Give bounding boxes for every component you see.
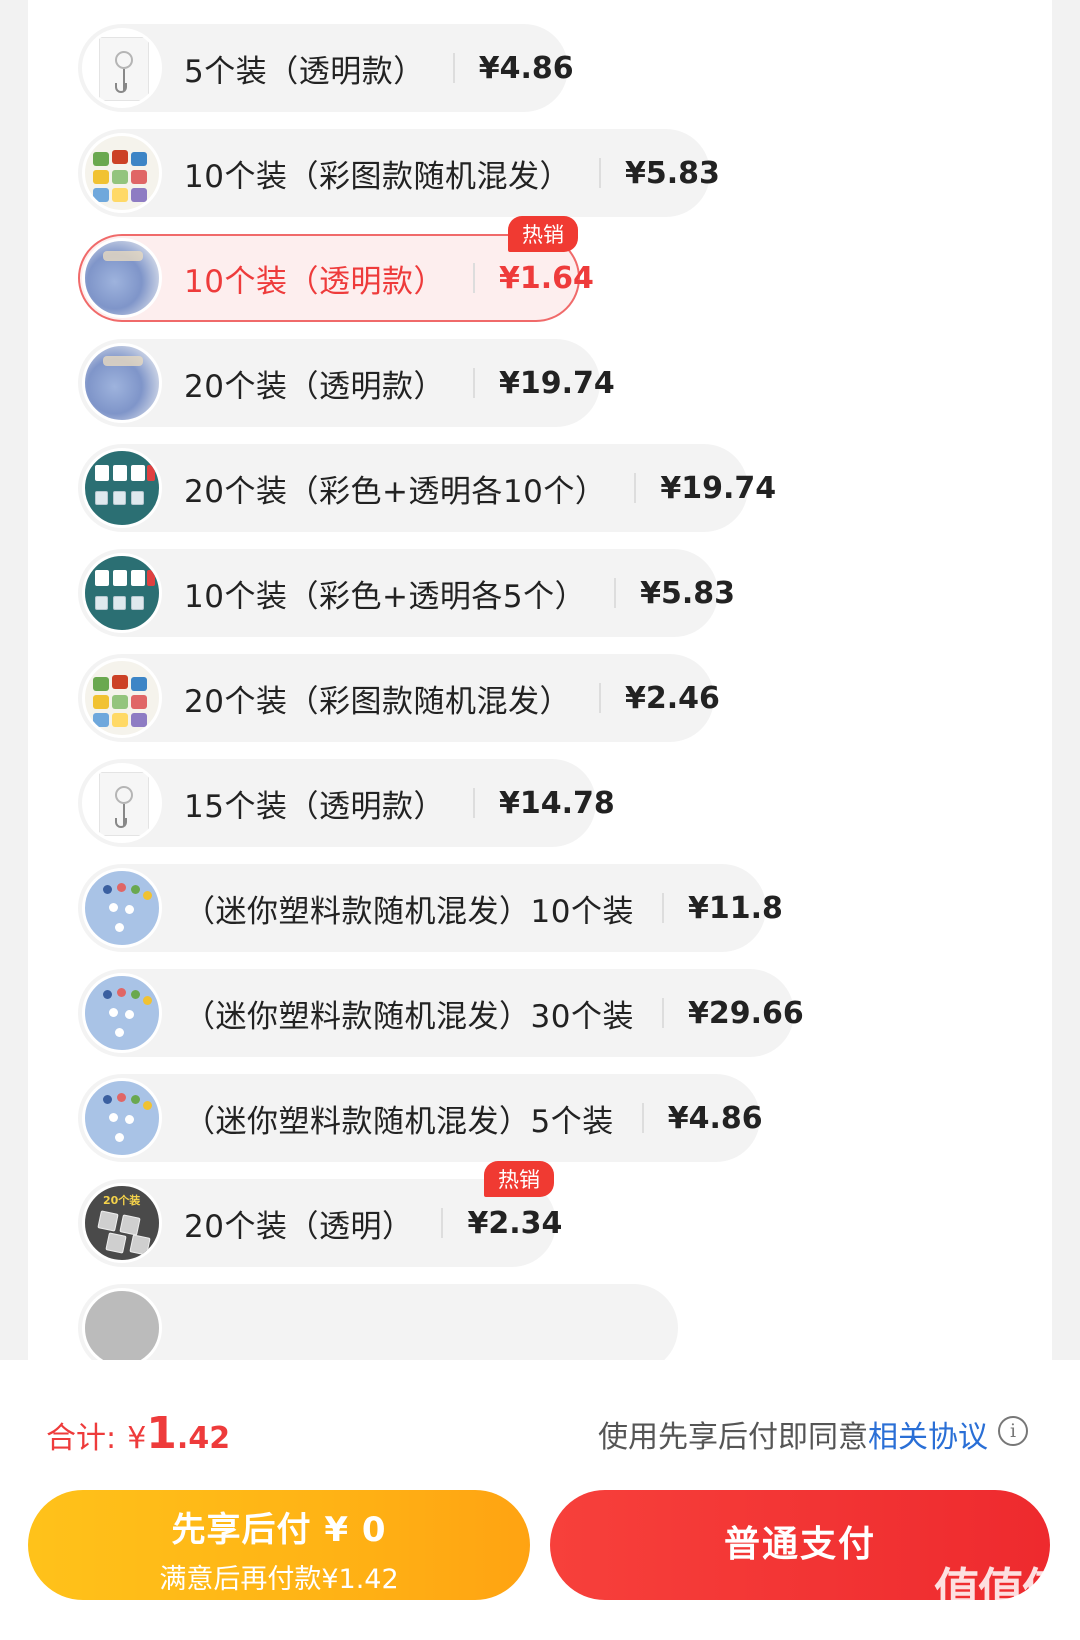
sku-option[interactable]: 20个装（透明款） ¥19.74 — [78, 339, 615, 427]
option-price: ¥2.34 — [467, 1205, 563, 1241]
option-price: ¥19.74 — [498, 365, 615, 401]
product-thumbnail — [82, 553, 162, 633]
product-thumbnail — [82, 658, 162, 738]
sku-option[interactable]: 5个装（透明款） ¥4.86 — [78, 24, 574, 112]
agreement-link[interactable]: 相关协议 — [868, 1420, 988, 1455]
sku-option[interactable]: 15个装（透明款） ¥14.78 — [78, 759, 615, 847]
sku-option[interactable]: 10个装（彩色+透明各5个） ¥5.83 — [78, 549, 735, 637]
option-name: （迷你塑料款随机混发）30个装 — [184, 998, 634, 1035]
pay-later-button[interactable]: 先享后付 ¥ 0 满意后再付款¥1.42 — [28, 1490, 530, 1600]
option-price: ¥1.64 — [498, 260, 594, 296]
option-name: 20个装（透明款） — [184, 368, 445, 405]
total-decimal: .42 — [176, 1421, 231, 1456]
option-name: （迷你塑料款随机混发）10个装 — [184, 893, 634, 930]
option-price: ¥5.83 — [640, 575, 736, 611]
total-price: 合计: ¥1.42 — [46, 1408, 230, 1459]
option-price: ¥11.8 — [687, 890, 783, 926]
option-price: ¥14.78 — [498, 785, 615, 821]
option-price: ¥19.74 — [660, 470, 777, 506]
option-price: ¥4.86 — [478, 50, 574, 86]
sku-option[interactable]: 20个装（彩色+透明各10个） ¥19.74 — [78, 444, 776, 532]
checkout-footer: 合计: ¥1.42 使用先享后付即同意相关协议 i 先享后付 ¥ 0 满意后再付… — [0, 1360, 1080, 1640]
product-thumbnail — [82, 1288, 162, 1360]
sku-option-partial[interactable] — [78, 1284, 678, 1360]
info-icon[interactable]: i — [998, 1416, 1028, 1446]
option-name: 10个装（彩图款随机混发） — [184, 158, 571, 195]
watermark-url: zhizhizhi.com — [955, 1612, 1064, 1631]
sku-option-selected[interactable]: 10个装（透明款） ¥1.64 热销 — [78, 216, 594, 322]
option-name: 10个装（彩色+透明各5个） — [184, 578, 587, 615]
pay-later-subtitle: 满意后再付款¥1.42 — [159, 1564, 399, 1595]
pay-later-title: 先享后付 ¥ 0 — [171, 1510, 387, 1550]
sku-option[interactable]: 20个装 20个装（透明） ¥2.34 热销 — [78, 1161, 562, 1267]
option-price: ¥2.46 — [624, 680, 720, 716]
product-thumbnail — [82, 1078, 162, 1158]
sku-option[interactable]: （迷你塑料款随机混发）30个装 ¥29.66 — [78, 969, 804, 1057]
sku-option[interactable]: 10个装（彩图款随机混发） ¥5.83 — [78, 129, 720, 217]
product-thumbnail — [82, 28, 162, 108]
option-name: （迷你塑料款随机混发）5个装 — [184, 1103, 614, 1140]
product-thumbnail — [82, 973, 162, 1053]
sku-option[interactable]: 20个装（彩图款随机混发） ¥2.46 — [78, 654, 720, 742]
agreement-text: 使用先享后付即同意相关协议 — [598, 1420, 988, 1455]
option-name: 20个装（彩图款随机混发） — [184, 683, 571, 720]
option-price: ¥4.86 — [667, 1100, 763, 1136]
thumbnail-label: 20个装 — [103, 1194, 141, 1207]
product-thumbnail — [82, 238, 162, 318]
sku-option-list[interactable]: 5个装（透明款） ¥4.86 10个装（彩图款随机混发） ¥5.83 10个装（… — [0, 0, 1080, 1360]
option-name: 10个装（透明款） — [184, 263, 445, 300]
option-name: 20个装（彩色+透明各10个） — [184, 473, 607, 510]
product-thumbnail — [82, 763, 162, 843]
option-price: ¥29.66 — [687, 995, 804, 1031]
option-price: ¥5.83 — [624, 155, 720, 191]
sku-option[interactable]: （迷你塑料款随机混发）5个装 ¥4.86 — [78, 1074, 763, 1162]
product-thumbnail — [82, 448, 162, 528]
product-thumbnail: 20个装 — [82, 1183, 162, 1263]
product-thumbnail — [82, 868, 162, 948]
hot-sale-badge: 热销 — [484, 1161, 554, 1197]
sku-option[interactable]: （迷你塑料款随机混发）10个装 ¥11.8 — [78, 864, 783, 952]
total-currency: ¥ — [127, 1421, 147, 1456]
option-name: 5个装（透明款） — [184, 53, 425, 90]
watermark-logo: 值值值 — [934, 1563, 1068, 1617]
product-thumbnail — [82, 133, 162, 213]
product-thumbnail — [82, 343, 162, 423]
hot-sale-badge: 热销 — [508, 216, 578, 252]
option-name: 20个装（透明） — [184, 1208, 414, 1245]
total-label: 合计: — [46, 1421, 117, 1456]
option-name: 15个装（透明款） — [184, 788, 445, 825]
total-integer: 1 — [146, 1408, 177, 1459]
